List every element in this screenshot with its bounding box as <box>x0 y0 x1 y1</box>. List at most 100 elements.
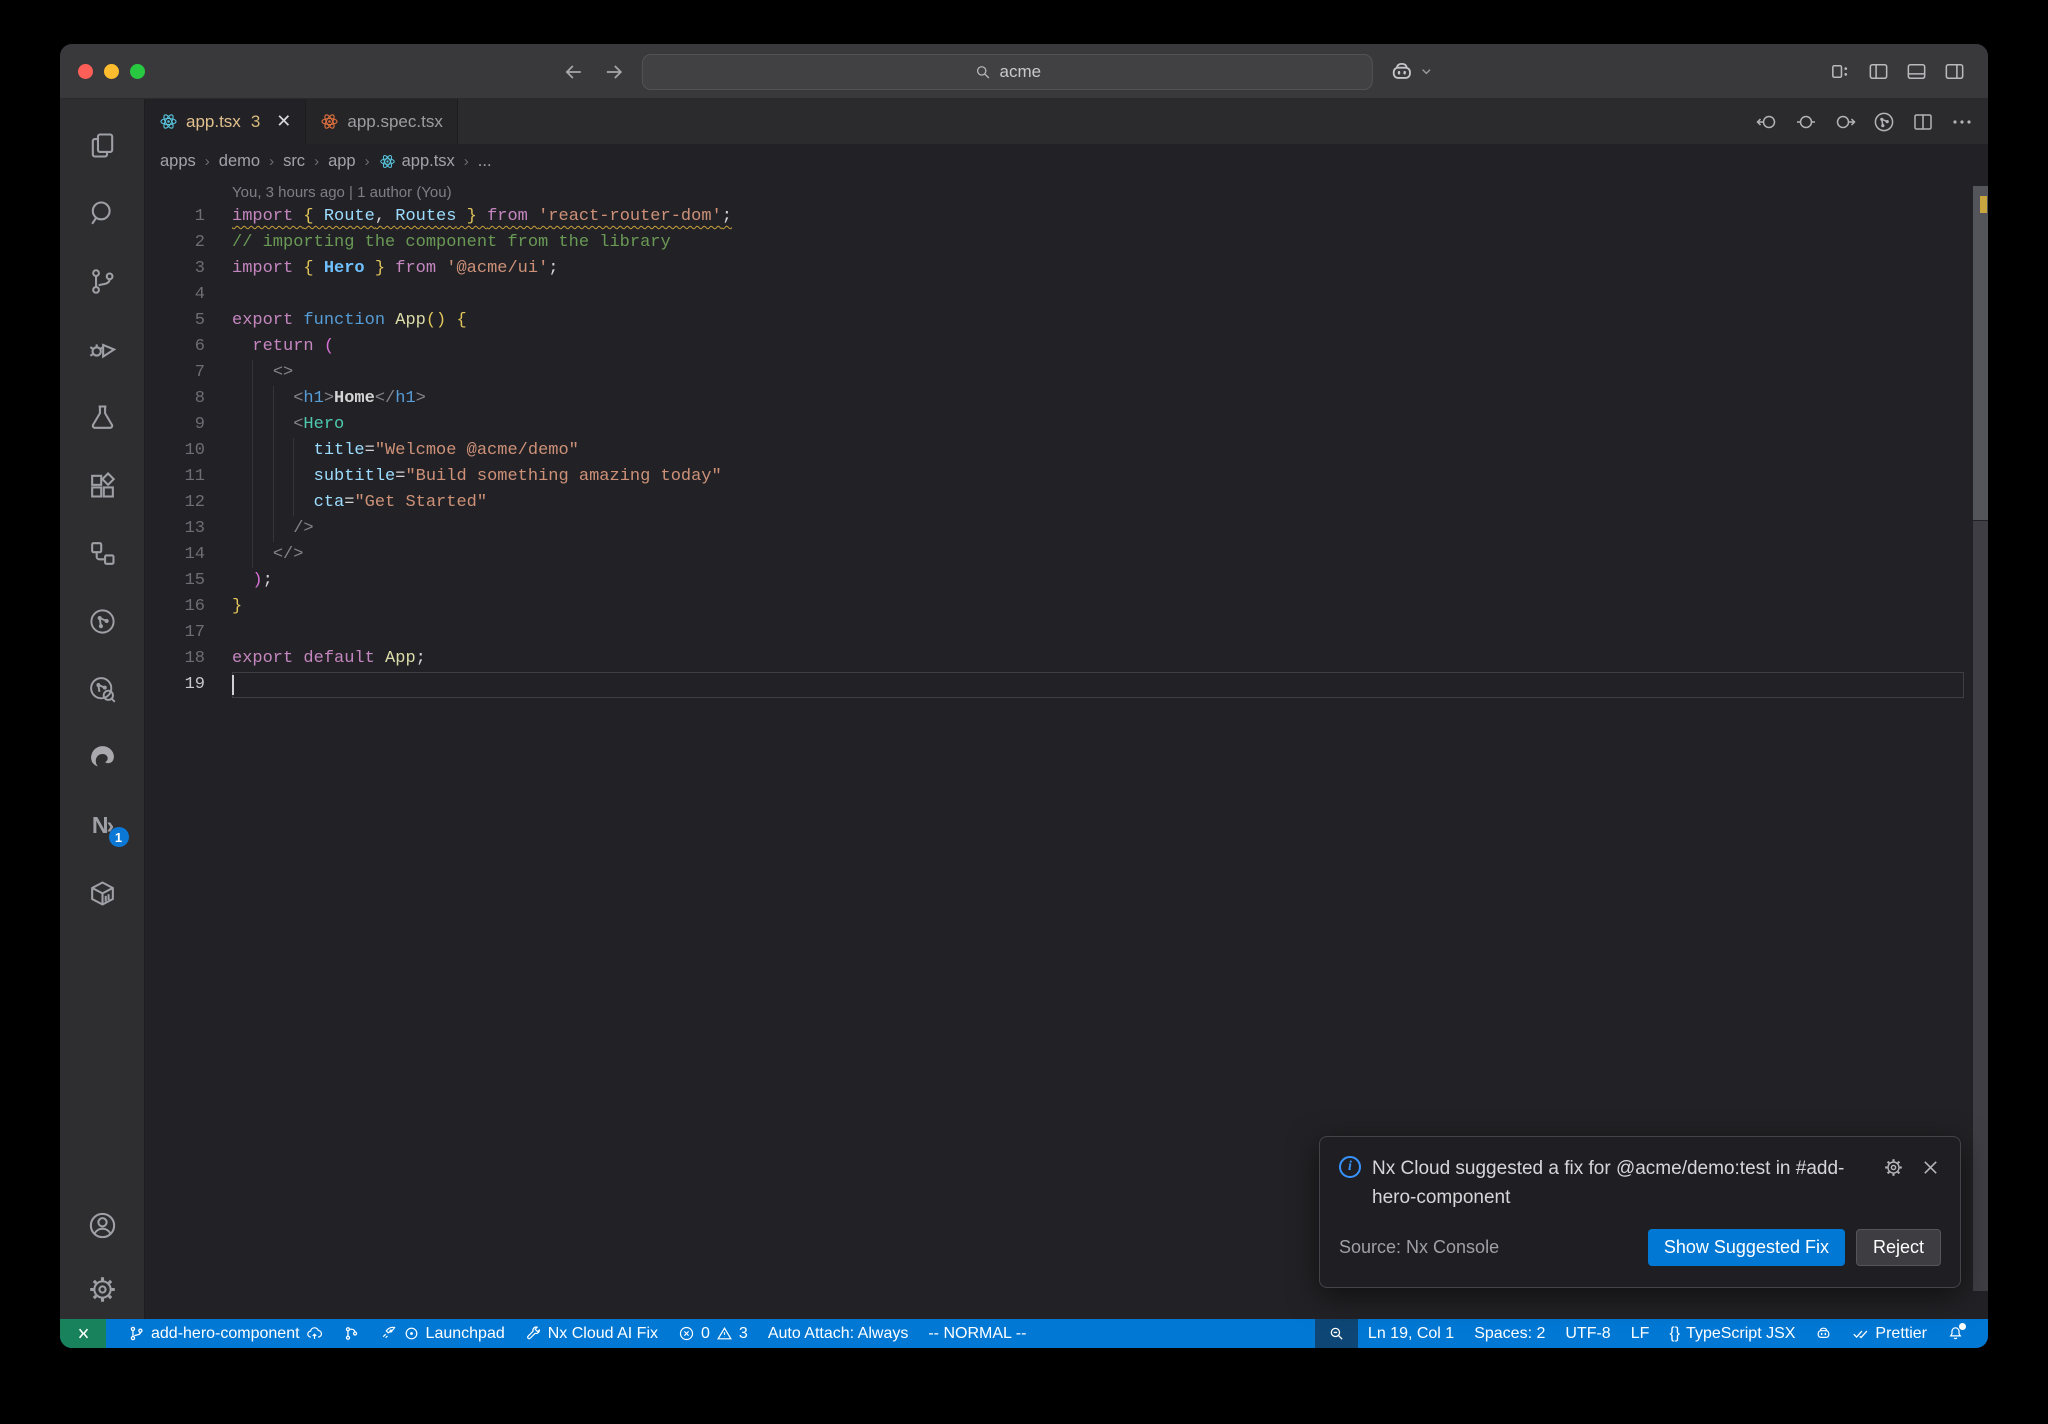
close-tab-icon[interactable]: ✕ <box>276 111 291 132</box>
vim-mode-item[interactable]: -- NORMAL -- <box>918 1319 1036 1348</box>
reject-button[interactable]: Reject <box>1855 1228 1941 1266</box>
zoom-indicator[interactable] <box>1314 1319 1358 1348</box>
code-line[interactable]: 2// importing the component from the lib… <box>145 230 1968 256</box>
line-number[interactable]: 8 <box>145 386 205 412</box>
line-number[interactable]: 15 <box>145 568 205 594</box>
run-and-debug-icon[interactable] <box>60 315 145 383</box>
remote-indicator[interactable] <box>60 1319 106 1348</box>
breadcrumb-item[interactable]: demo <box>219 152 260 171</box>
language-mode-item[interactable]: {} TypeScript JSX <box>1659 1319 1805 1348</box>
code-line[interactable]: 7 <> <box>145 360 1968 386</box>
line-number[interactable]: 7 <box>145 360 205 386</box>
code-line[interactable]: 15 ); <box>145 568 1968 594</box>
maximize-window-button[interactable] <box>130 64 145 79</box>
code-line[interactable]: 13 /> <box>145 516 1968 542</box>
current-change-icon[interactable] <box>1794 110 1818 134</box>
search-icon[interactable] <box>60 179 145 247</box>
code-line[interactable]: 19 <box>145 672 1968 698</box>
tab-app-spec-tsx[interactable]: app.spec.tsx <box>306 99 458 144</box>
close-window-button[interactable] <box>78 64 93 79</box>
cursor-position-item[interactable]: Ln 19, Col 1 <box>1358 1319 1464 1348</box>
git-branch-item[interactable]: add-hero-component <box>118 1319 333 1348</box>
line-number[interactable]: 17 <box>145 620 205 646</box>
line-number[interactable]: 11 <box>145 464 205 490</box>
eol-item[interactable]: LF <box>1621 1319 1660 1348</box>
code-line[interactable]: 1 import { Route, Routes } from 'react-ro… <box>145 204 1968 230</box>
breadcrumb-overflow[interactable]: ... <box>478 152 492 171</box>
nav-forward-change-icon[interactable] <box>1833 110 1857 134</box>
line-number[interactable]: 9 <box>145 412 205 438</box>
references-icon[interactable] <box>60 519 145 587</box>
indentation-item[interactable]: Spaces: 2 <box>1464 1319 1555 1348</box>
notifications-item[interactable] <box>1937 1319 1974 1348</box>
code-line[interactable]: 16} <box>145 594 1968 620</box>
nx-console-icon[interactable]: N› 1 <box>60 791 145 859</box>
show-suggested-fix-button[interactable]: Show Suggested Fix <box>1647 1228 1845 1266</box>
tab-app-tsx[interactable]: app.tsx 3 ✕ <box>145 99 307 144</box>
code-line[interactable]: 8 <h1>Home</h1> <box>145 386 1968 412</box>
navigate-back-icon[interactable] <box>562 60 586 84</box>
code-line[interactable]: 3 import { Hero } from '@acme/ui'; <box>145 256 1968 282</box>
problems-item[interactable]: 0 3 <box>668 1319 758 1348</box>
minimize-window-button[interactable] <box>104 64 119 79</box>
code-line[interactable]: 12 cta="Get Started" <box>145 490 1968 516</box>
code-line[interactable]: 4 <box>145 282 1968 308</box>
nx-graph-icon[interactable] <box>60 655 145 723</box>
line-number[interactable]: 14 <box>145 542 205 568</box>
code-line[interactable]: 6 return ( <box>145 334 1968 360</box>
close-icon[interactable] <box>1920 1157 1941 1178</box>
command-center-search[interactable]: acme <box>641 53 1373 90</box>
nav-back-change-icon[interactable] <box>1755 110 1779 134</box>
edge-browser-icon[interactable] <box>60 723 145 791</box>
nx-run-icon[interactable] <box>60 587 145 655</box>
code-line[interactable]: 14 </> <box>145 542 1968 568</box>
line-number[interactable]: 16 <box>145 594 205 620</box>
breadcrumb-file[interactable]: app.tsx <box>379 152 455 171</box>
line-number[interactable]: 2 <box>145 230 205 256</box>
line-number[interactable]: 13 <box>145 516 205 542</box>
line-number[interactable]: 5 <box>145 308 205 334</box>
navigate-forward-icon[interactable] <box>602 60 626 84</box>
run-task-icon[interactable] <box>1872 110 1896 134</box>
toggle-primary-sidebar-icon[interactable] <box>1867 60 1890 83</box>
line-number[interactable]: 4 <box>145 282 205 308</box>
extensions-icon[interactable] <box>60 451 145 519</box>
auto-attach-item[interactable]: Auto Attach: Always <box>758 1319 919 1348</box>
line-number[interactable]: 18 <box>145 646 205 672</box>
nx-cloud-fix-item[interactable]: Nx Cloud AI Fix <box>515 1319 668 1348</box>
code-line[interactable]: 17 <box>145 620 1968 646</box>
containers-icon[interactable] <box>60 859 145 927</box>
notification-settings-gear-icon[interactable] <box>1883 1157 1904 1178</box>
line-number[interactable]: 10 <box>145 438 205 464</box>
code-line[interactable]: 11 subtitle="Build something amazing tod… <box>145 464 1968 490</box>
more-actions-icon[interactable] <box>1950 110 1974 134</box>
split-editor-icon[interactable] <box>1911 110 1935 134</box>
formatter-item[interactable]: Prettier <box>1842 1319 1937 1348</box>
git-graph-item[interactable] <box>333 1319 370 1348</box>
code-line[interactable]: 9 <Hero <box>145 412 1968 438</box>
code-line[interactable]: 5 export function App() { <box>145 308 1968 334</box>
breadcrumb-item[interactable]: app <box>328 152 356 171</box>
line-number[interactable]: 3 <box>145 256 205 282</box>
source-control-icon[interactable] <box>60 247 145 315</box>
line-number[interactable]: 6 <box>145 334 205 360</box>
line-number[interactable]: 1 <box>145 204 205 230</box>
explorer-icon[interactable] <box>60 111 145 179</box>
code-line[interactable]: 10 title="Welcmoe @acme/demo" <box>145 438 1968 464</box>
customize-layout-icon[interactable] <box>1829 60 1852 83</box>
breadcrumb-item[interactable]: apps <box>160 152 196 171</box>
settings-gear-icon[interactable] <box>60 1259 145 1319</box>
breadcrumb-item[interactable]: src <box>283 152 305 171</box>
line-number[interactable]: 12 <box>145 490 205 516</box>
copilot-menu[interactable] <box>1389 59 1434 85</box>
launchpad-item[interactable]: Launchpad <box>370 1319 515 1348</box>
accounts-icon[interactable] <box>60 1191 145 1259</box>
encoding-item[interactable]: UTF-8 <box>1555 1319 1620 1348</box>
copilot-icon <box>1818 1327 1830 1338</box>
line-number[interactable]: 19 <box>145 672 205 698</box>
toggle-panel-icon[interactable] <box>1905 60 1928 83</box>
toggle-secondary-sidebar-icon[interactable] <box>1943 60 1966 83</box>
copilot-status-item[interactable] <box>1805 1319 1842 1348</box>
code-line[interactable]: 18 export default App; <box>145 646 1968 672</box>
testing-icon[interactable] <box>60 383 145 451</box>
